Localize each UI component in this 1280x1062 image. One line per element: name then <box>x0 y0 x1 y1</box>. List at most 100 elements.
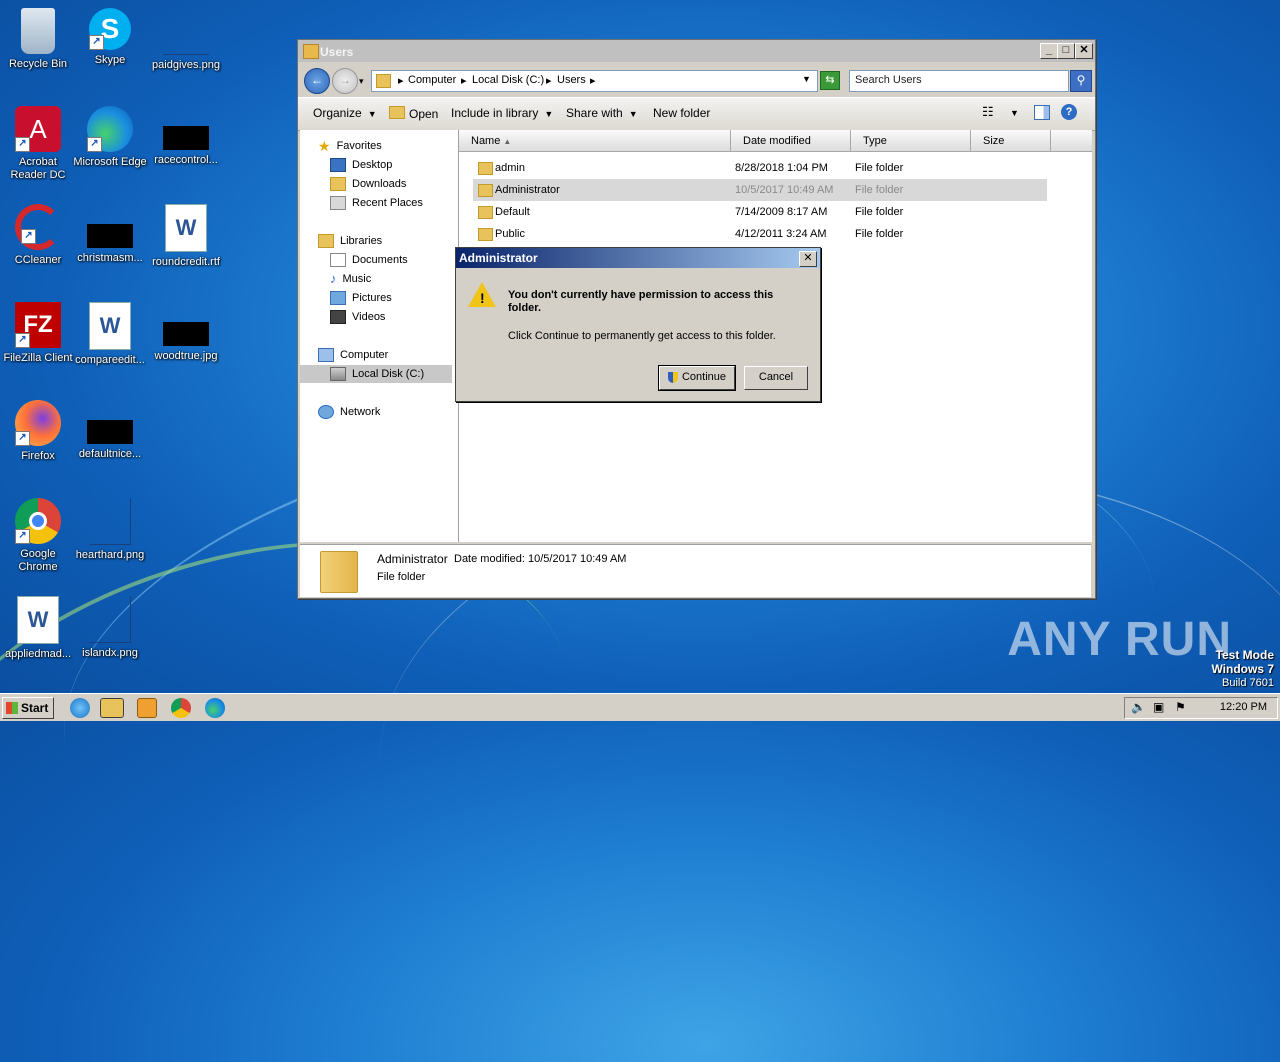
warning-exclamation-icon: ! <box>480 290 485 306</box>
include-in-library-button[interactable]: Include in library ▼ <box>451 106 553 120</box>
new-folder-button[interactable]: New folder <box>653 106 710 120</box>
nav-local-disk[interactable]: Local Disk (C:) <box>300 365 452 383</box>
desktop-icon-defaultnice[interactable]: defaultnice... <box>72 400 148 461</box>
permission-dialog: Administrator ✕ ! You don't currently ha… <box>455 247 821 402</box>
nav-pictures[interactable]: Pictures <box>330 289 392 307</box>
back-arrow-icon[interactable]: ← <box>304 68 330 94</box>
nav-favorites[interactable]: ★ Favorites <box>318 137 382 155</box>
window-titlebar[interactable]: Users _ □ ✕ <box>298 40 1095 62</box>
recent-pages-chevron-icon[interactable]: ▾ <box>359 76 364 87</box>
breadcrumb-computer[interactable]: Computer <box>408 74 456 86</box>
desktop-icon-skype[interactable]: S ↗ Skype <box>72 8 148 67</box>
desktop-icon-racecontrol[interactable]: racecontrol... <box>148 106 224 167</box>
desktop-icon-edge[interactable]: ↗ Microsoft Edge <box>72 106 148 169</box>
file-row-administrator[interactable]: Administrator 10/5/2017 10:49 AM File fo… <box>473 179 1047 201</box>
dialog-title[interactable]: Administrator <box>456 248 820 268</box>
desktop-icon-chrome[interactable]: ↗ Google Chrome <box>0 498 76 574</box>
view-dropdown-chevron-icon[interactable]: ▼ <box>1010 108 1019 118</box>
breadcrumb-separator-icon[interactable]: ▸ <box>461 74 467 87</box>
column-header-date-modified[interactable]: Date modified <box>731 130 851 152</box>
redacted-thumbnail-icon <box>87 420 133 444</box>
address-bar[interactable]: ▸ Computer ▸ Local Disk (C:) ▸ Users ▸ ▼ <box>371 70 818 92</box>
folder-icon <box>478 228 493 241</box>
column-header-filler <box>1051 130 1092 152</box>
nav-downloads[interactable]: Downloads <box>330 175 406 193</box>
large-folder-icon <box>320 551 358 593</box>
preview-pane-icon[interactable] <box>1034 105 1050 120</box>
media-player-icon[interactable] <box>137 698 157 718</box>
refresh-icon[interactable]: ⇆ <box>820 71 840 90</box>
search-input[interactable]: Search Users <box>849 70 1069 92</box>
breadcrumb-local-disk[interactable]: Local Disk (C:) <box>472 74 544 86</box>
nav-documents[interactable]: Documents <box>330 251 408 269</box>
internet-explorer-icon[interactable] <box>70 698 90 718</box>
videos-icon <box>330 310 346 325</box>
organize-button[interactable]: Organize ▼ <box>313 106 377 120</box>
hard-drive-icon <box>330 367 346 382</box>
edge-icon: ↗ <box>87 106 133 152</box>
dialog-close-icon[interactable]: ✕ <box>799 251 817 267</box>
nav-recent-places[interactable]: Recent Places <box>330 194 423 212</box>
nav-videos[interactable]: Videos <box>330 308 385 326</box>
change-view-icon[interactable]: ☷ <box>982 104 994 120</box>
start-button[interactable]: Start <box>2 697 54 719</box>
desktop-icon-paidgives[interactable]: paidgives.png <box>148 8 224 72</box>
volume-icon[interactable]: 🔈 <box>1131 700 1146 714</box>
explorer-taskbar-icon[interactable] <box>100 698 124 718</box>
file-row-public[interactable]: Public 4/12/2011 3:24 AM File folder <box>473 223 1047 245</box>
close-button[interactable]: ✕ <box>1075 43 1093 59</box>
redacted-thumbnail-icon <box>163 322 209 346</box>
forward-arrow-icon[interactable]: → <box>332 68 358 94</box>
redacted-thumbnail-icon <box>163 126 209 150</box>
file-row-admin[interactable]: admin 8/28/2018 1:04 PM File folder <box>473 157 1047 179</box>
desktop-icon-islandx[interactable]: islandx.png <box>72 596 148 660</box>
nav-network[interactable]: Network <box>318 403 380 421</box>
clock[interactable]: 12:20 PM <box>1220 701 1267 713</box>
desktop-icon-appliedmad[interactable]: W appliedmad... <box>0 596 76 661</box>
column-header-name[interactable]: Name ▲ <box>459 130 731 152</box>
network-icon <box>318 405 334 420</box>
desktop-icon-woodtrue[interactable]: woodtrue.jpg <box>148 302 224 363</box>
nav-desktop[interactable]: Desktop <box>330 156 392 174</box>
pictures-icon <box>330 291 346 306</box>
search-icon[interactable]: ⚲ <box>1070 70 1092 92</box>
desktop-icon-hearthard[interactable]: hearthard.png <box>72 498 148 562</box>
recent-places-icon <box>330 196 346 211</box>
share-with-button[interactable]: Share with ▼ <box>566 106 638 120</box>
nav-libraries[interactable]: Libraries <box>318 232 382 250</box>
network-tray-icon[interactable]: ▣ <box>1153 700 1164 714</box>
chrome-icon[interactable] <box>171 698 191 718</box>
help-icon[interactable]: ? <box>1061 104 1077 120</box>
dialog-subtext: Click Continue to permanently get access… <box>508 330 776 342</box>
maximize-button[interactable]: □ <box>1057 43 1075 59</box>
desktop-icon-acrobat[interactable]: A ↗ Acrobat Reader DC <box>0 106 76 182</box>
taskbar: Start 🔈 ▣ ⚑ 12:20 PM <box>0 693 1280 721</box>
column-header-size[interactable]: Size <box>971 130 1051 152</box>
desktop-icon-recycle-bin[interactable]: Recycle Bin <box>0 8 76 71</box>
nav-music[interactable]: ♪ Music <box>330 270 371 288</box>
details-date: 10/5/2017 10:49 AM <box>528 553 627 565</box>
desktop-icon-firefox[interactable]: ↗ Firefox <box>0 400 76 463</box>
breadcrumb-separator-icon[interactable]: ▸ <box>590 74 596 87</box>
nav-computer[interactable]: Computer <box>318 346 388 364</box>
file-row-default[interactable]: Default 7/14/2009 8:17 AM File folder <box>473 201 1047 223</box>
acrobat-icon: A ↗ <box>15 106 61 152</box>
folder-icon <box>303 44 319 59</box>
desktop-icon-filezilla[interactable]: FZ ↗ FileZilla Client <box>0 302 76 365</box>
cancel-button[interactable]: Cancel <box>744 366 808 390</box>
continue-button[interactable]: Continue <box>658 365 736 391</box>
open-button[interactable]: Open <box>389 106 438 121</box>
command-bar: Organize ▼ Open Include in library ▼ Share… <box>298 97 1095 131</box>
address-dropdown-chevron-icon[interactable]: ▼ <box>802 74 811 84</box>
desktop-icon-roundcredit[interactable]: W roundcredit.rtf <box>148 204 224 269</box>
minimize-button[interactable]: _ <box>1040 43 1058 59</box>
desktop-icon-ccleaner[interactable]: ↗ CCleaner <box>0 204 76 267</box>
desktop-icon-christmasm[interactable]: christmasm... <box>72 204 148 265</box>
breadcrumb-users[interactable]: Users <box>557 74 586 86</box>
image-file-icon <box>163 8 209 55</box>
edge-icon[interactable] <box>205 698 225 718</box>
action-center-flag-icon[interactable]: ⚑ <box>1175 700 1186 714</box>
desktop-icon-compareedit[interactable]: W compareedit... <box>72 302 148 367</box>
breadcrumb-separator-icon[interactable]: ▸ <box>546 74 552 87</box>
column-header-type[interactable]: Type <box>851 130 971 152</box>
